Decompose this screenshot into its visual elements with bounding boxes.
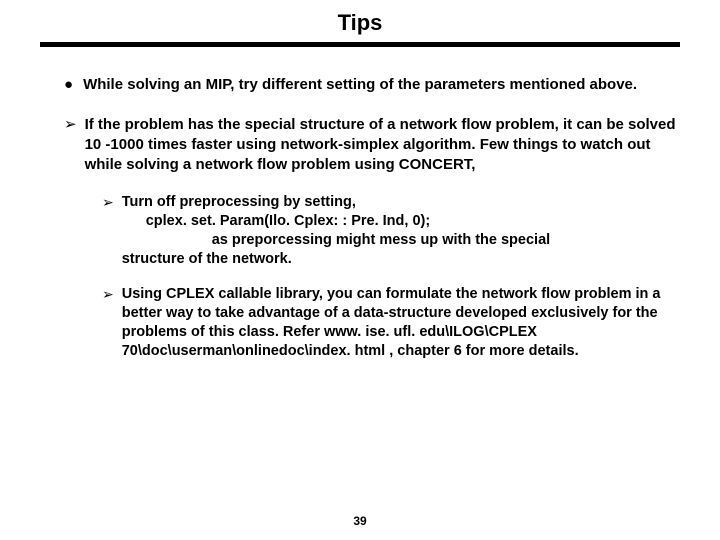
disc-icon: ● (64, 75, 73, 95)
slide: Tips ● While solving an MIP, try differe… (0, 0, 720, 540)
bullet-level1-1: ● While solving an MIP, try different se… (64, 75, 680, 95)
line: as preporcessing might mess up with the … (122, 231, 550, 250)
bullet-text: Turn off preprocessing by setting, cplex… (122, 193, 550, 269)
arrow-icon: ➢ (102, 285, 114, 361)
slide-title: Tips (40, 10, 680, 42)
title-rule (40, 42, 680, 47)
page-number: 39 (0, 514, 720, 528)
bullet-level3-2: ➢ Using CPLEX callable library, you can … (102, 285, 680, 361)
bullet-text: While solving an MIP, try different sett… (83, 75, 637, 95)
line: cplex. set. Param(Ilo. Cplex: : Pre. Ind… (122, 212, 550, 231)
arrow-icon: ➢ (64, 115, 77, 175)
bullet-level2-1: ➢ If the problem has the special structu… (64, 115, 680, 175)
bullet-text: Using CPLEX callable library, you can fo… (122, 285, 680, 361)
line: Turn off preprocessing by setting, (122, 194, 356, 210)
bullet-text: If the problem has the special structure… (85, 115, 680, 175)
arrow-icon: ➢ (102, 193, 114, 269)
bullet-level3-1: ➢ Turn off preprocessing by setting, cpl… (102, 193, 680, 269)
line: structure of the network. (122, 251, 292, 267)
